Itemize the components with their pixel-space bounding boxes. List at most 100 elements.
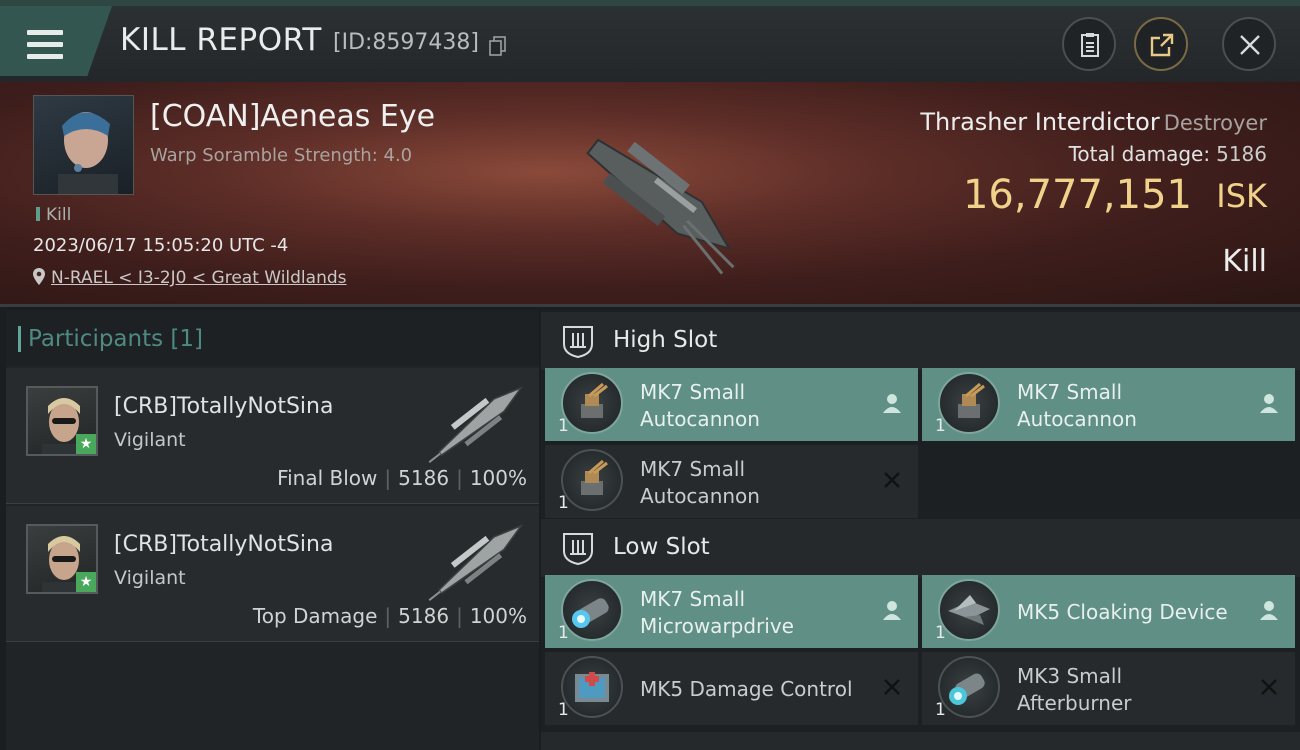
location-pin-icon <box>33 268 45 285</box>
kill-datetime: 2023/06/17 15:05:20 UTC -4 <box>33 235 289 256</box>
person-icon <box>1260 601 1278 620</box>
clipboard-icon <box>1081 33 1099 57</box>
module-item[interactable]: 1 MK5 Damage Control <box>545 652 918 725</box>
x-icon <box>884 472 900 488</box>
share-icon <box>1150 33 1174 57</box>
warp-scramble-strength: Warp Soramble Strength: 4.0 <box>150 145 413 166</box>
module-quantity: 1 <box>558 700 569 720</box>
participant-percent: 100% <box>469 604 527 628</box>
total-damage-value: 5186 <box>1216 142 1267 166</box>
low-slot-header: Low Slot <box>541 519 1300 577</box>
top-bar: KILL REPORT [ID:8597438] <box>0 0 1300 82</box>
menu-button[interactable] <box>0 6 112 76</box>
person-icon <box>1260 394 1278 413</box>
participants-panel: Participants [1] ★ [CRB]TotallyNotSina V… <box>6 310 539 750</box>
participant-stats: Top Damage | 5186 | 100% <box>253 604 527 628</box>
autocannon-icon <box>561 449 623 511</box>
participant-ship-image <box>428 524 524 601</box>
close-icon <box>1240 35 1260 55</box>
module-name: MK3 Small Afterburner <box>1017 664 1132 715</box>
location-link[interactable]: N-RAEL < I3-2J0 < Great Wildlands <box>51 268 347 288</box>
copy-icon[interactable] <box>489 36 507 56</box>
clipboard-button[interactable] <box>1062 17 1116 71</box>
damage-control-icon <box>561 656 623 718</box>
star-badge-icon: ★ <box>76 434 96 454</box>
module-quantity: 1 <box>558 623 569 643</box>
module-quantity: 1 <box>935 700 946 720</box>
module-item[interactable]: 1 MK7 Small Autocannon <box>545 445 918 518</box>
module-item[interactable]: 1 MK7 Small Autocannon <box>922 368 1295 441</box>
module-quantity: 1 <box>558 493 569 513</box>
module-name: MK7 Small Autocannon <box>640 457 760 508</box>
participant-ship-image <box>428 386 524 463</box>
low-slot-title: Low Slot <box>613 534 710 560</box>
participant-damage: 5186 <box>398 604 450 628</box>
victim-portrait[interactable] <box>33 95 134 195</box>
victim-ship-image <box>586 138 735 275</box>
victim-avatar-image <box>58 112 118 194</box>
stat-separator: | <box>456 466 463 490</box>
victim-ship: Thrasher Interdictor Destroyer <box>920 108 1267 136</box>
module-item[interactable]: 1 MK7 Small Autocannon <box>545 368 918 441</box>
stat-separator: | <box>456 604 463 628</box>
fitting-panel: High Slot 1 MK7 Small Autocannon 1 MK7 S… <box>541 310 1300 750</box>
participant-card[interactable]: ★ [CRB]TotallyNotSina Vigilant Final Blo… <box>6 368 539 504</box>
participant-name[interactable]: [CRB]TotallyNotSina <box>114 394 333 419</box>
kill-id: [ID:8597438] <box>333 30 479 55</box>
participant-stats: Final Blow | 5186 | 100% <box>277 466 527 490</box>
participant-ship: Vigilant <box>114 429 186 451</box>
kill-location[interactable]: N-RAEL < I3-2J0 < Great Wildlands <box>33 268 347 288</box>
participant-percent: 100% <box>469 466 527 490</box>
module-name: MK7 Small Microwarpdrive <box>640 587 794 638</box>
star-badge-icon: ★ <box>76 572 96 592</box>
mid-slot-header-partial <box>541 732 1300 750</box>
person-icon <box>883 394 901 413</box>
total-damage-label: Total damage: <box>1068 142 1211 166</box>
module-name: MK7 Small Autocannon <box>640 380 760 431</box>
victim-banner: [COAN]Aeneas Eye Warp Soramble Strength:… <box>0 82 1300 307</box>
module-item[interactable]: 1 MK5 Cloaking Device <box>922 575 1295 648</box>
participant-avatar[interactable]: ★ <box>26 386 98 456</box>
module-item[interactable]: 1 MK7 Small Microwarpdrive <box>545 575 918 648</box>
participant-damage: 5186 <box>398 466 450 490</box>
autocannon-icon <box>938 372 1000 434</box>
microwarpdrive-icon <box>561 579 623 641</box>
module-quantity: 1 <box>935 416 946 436</box>
total-damage: Total damage: 5186 <box>1069 142 1267 166</box>
close-button[interactable] <box>1222 17 1276 71</box>
stat-separator: | <box>384 466 392 490</box>
afterburner-icon <box>938 656 1000 718</box>
share-button[interactable] <box>1134 17 1188 71</box>
participant-card[interactable]: ★ [CRB]TotallyNotSina Vigilant Top Damag… <box>6 506 539 642</box>
participant-avatar[interactable]: ★ <box>26 524 98 594</box>
participant-role: Final Blow <box>277 466 378 490</box>
hamburger-menu-icon <box>27 30 63 60</box>
x-icon <box>884 679 900 695</box>
module-name: MK5 Damage Control <box>640 677 853 701</box>
kill-result: Kill <box>1222 244 1267 279</box>
participants-title: Participants [1] <box>18 326 203 352</box>
stat-separator: | <box>384 604 392 628</box>
header-accent-line <box>0 0 1300 6</box>
autocannon-icon <box>561 372 623 434</box>
person-icon <box>883 601 901 620</box>
module-item[interactable]: 1 MK3 Small Afterburner <box>922 652 1295 725</box>
module-quantity: 1 <box>558 416 569 436</box>
victim-name[interactable]: [COAN]Aeneas Eye <box>150 99 435 134</box>
cloaking-device-icon <box>938 579 1000 641</box>
ship-class: Destroyer <box>1163 111 1267 135</box>
participant-name[interactable]: [CRB]TotallyNotSina <box>114 532 333 557</box>
isk-value: 16,777,151 <box>962 172 1192 218</box>
ship-name[interactable]: Thrasher Interdictor <box>920 108 1159 136</box>
module-name: MK5 Cloaking Device <box>1017 600 1228 624</box>
module-quantity: 1 <box>935 623 946 643</box>
high-slot-icon <box>563 326 593 358</box>
x-icon <box>1261 679 1277 695</box>
participant-role: Top Damage <box>252 604 378 628</box>
participants-header: Participants [1] <box>6 310 539 366</box>
high-slot-header: High Slot <box>541 312 1300 370</box>
kill-tag: Kill <box>36 205 71 225</box>
module-name: MK7 Small Autocannon <box>1017 380 1137 431</box>
isk-unit: ISK <box>1216 177 1267 215</box>
page-title: KILL REPORT <box>120 22 322 58</box>
